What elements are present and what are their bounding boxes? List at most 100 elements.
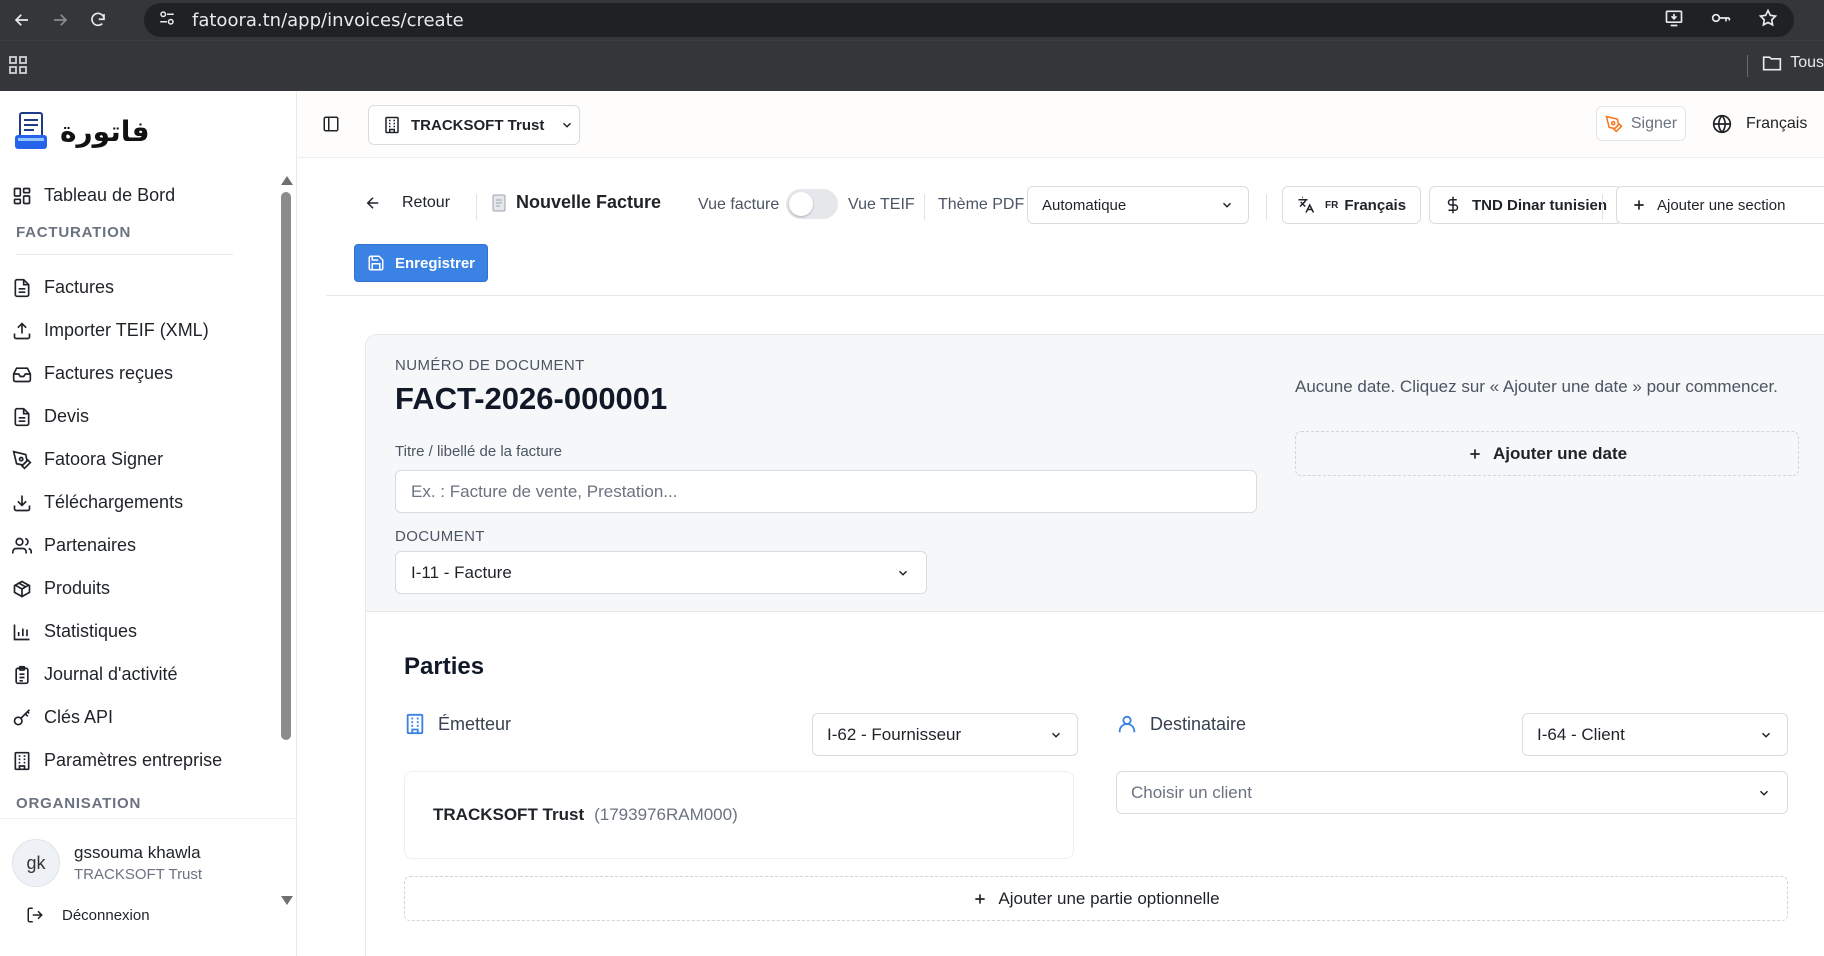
building-icon — [406, 713, 424, 735]
back-label: Retour — [402, 194, 451, 211]
document-type-select[interactable]: I-11 - Facture — [395, 551, 927, 594]
url-text[interactable]: fatoora.tn/app/invoices/create — [192, 10, 464, 31]
bookmarks-bar: Tous — [0, 40, 1824, 91]
scroll-thumb[interactable] — [281, 192, 291, 740]
sidebar-item-cles-api[interactable]: Clés API — [0, 696, 277, 739]
sidebar-item-telechargements[interactable]: Téléchargements — [0, 481, 277, 524]
document-language-button[interactable]: FR Français — [1282, 186, 1422, 224]
toolbar-separator — [1266, 194, 1267, 220]
avatar[interactable]: gk — [12, 839, 60, 887]
password-key-icon[interactable] — [1710, 8, 1732, 33]
section-organisation: ORGANISATION — [16, 795, 142, 812]
user-org: TRACKSOFT Trust — [74, 866, 203, 883]
sidebar-item-label: Clés API — [44, 707, 114, 727]
sidebar-item-statistiques[interactable]: Statistiques — [0, 610, 277, 653]
chart-icon — [13, 624, 30, 640]
client-select[interactable]: Choisir un client — [1116, 771, 1788, 814]
invoice-card: NUMÉRO DE DOCUMENT FACT-2026-000001 Titr… — [365, 334, 1824, 956]
pdf-theme-select[interactable]: Automatique — [1027, 186, 1249, 224]
sidebar-item-label: Produits — [44, 578, 111, 598]
lang-label: Français — [1344, 196, 1407, 214]
all-bookmarks-folder[interactable]: Tous — [1762, 54, 1824, 72]
view-toggle[interactable] — [786, 189, 838, 219]
browser-toolbar: fatoora.tn/app/invoices/create — [0, 0, 1824, 40]
toolbar-separator — [1602, 194, 1603, 220]
add-optional-party-label: Ajouter une partie optionnelle — [998, 888, 1220, 908]
emitter-role-select[interactable]: I-62 - Fournisseur — [812, 713, 1078, 756]
address-bar[interactable]: fatoora.tn/app/invoices/create — [144, 3, 1794, 37]
add-section-label: Ajouter une section — [1657, 196, 1786, 214]
sidebar: فاتورة Tableau de Bord FACTURATION Factu… — [0, 91, 297, 956]
add-date-button[interactable]: Ajouter une date — [1295, 431, 1799, 476]
signer-label: Signer — [1630, 114, 1678, 132]
app-logo[interactable]: فاتورة — [12, 111, 150, 151]
add-section-button[interactable]: Ajouter une section — [1616, 186, 1824, 224]
sidebar-item-label: Partenaires — [44, 535, 137, 555]
document-type-value: I-11 - Facture — [411, 562, 512, 582]
inbox-icon — [12, 366, 32, 382]
sidebar-item-fatoora-signer[interactable]: Fatoora Signer — [0, 438, 277, 481]
sidebar-item-label: Factures reçues — [44, 363, 174, 383]
sidebar-item-produits[interactable]: Produits — [0, 567, 277, 610]
emitter-role-value: I-62 - Fournisseur — [827, 724, 962, 744]
reload-icon[interactable] — [82, 4, 114, 36]
sidebar-item-factures-recues[interactable]: Factures reçues — [0, 352, 277, 395]
site-settings-icon[interactable] — [158, 9, 180, 32]
parties-title: Parties — [404, 653, 485, 680]
signer-button[interactable]: Signer — [1596, 106, 1686, 141]
invoice-title-label: Titre / libellé de la facture — [395, 443, 563, 460]
chevron-down-icon — [1051, 732, 1061, 738]
sidebar-item-factures[interactable]: Factures — [0, 266, 277, 309]
document-header-section: NUMÉRO DE DOCUMENT FACT-2026-000001 Titr… — [366, 335, 1824, 612]
sidebar-item-dashboard[interactable]: Tableau de Bord — [0, 174, 277, 217]
recipient-label: Destinataire — [1150, 713, 1247, 734]
sidebar-item-label: Tableau de Bord — [44, 185, 176, 205]
company-selector[interactable]: TRACKSOFT Trust — [368, 105, 580, 145]
forward-arrow-icon[interactable] — [44, 4, 76, 36]
toggle-sidebar-icon[interactable] — [322, 115, 340, 133]
user-name: gssouma khawla — [74, 843, 201, 862]
file-icon — [14, 278, 30, 297]
building-icon — [385, 116, 399, 134]
company-name: TRACKSOFT Trust — [411, 116, 545, 134]
sidebar-item-parametres[interactable]: Paramètres entreprise — [0, 739, 277, 782]
arrow-left-icon — [366, 197, 379, 209]
sidebar-item-import-teif[interactable]: Importer TEIF (XML) — [0, 309, 277, 352]
install-app-icon[interactable] — [1664, 8, 1684, 33]
language-selector[interactable]: Français — [1712, 106, 1807, 141]
toolbar-separator — [476, 194, 477, 220]
pdf-theme-value: Automatique — [1042, 196, 1127, 214]
invoice-logo-icon — [15, 112, 47, 149]
clipboard-icon — [15, 665, 29, 684]
currency-button[interactable]: TND Dinar tunisien — [1429, 186, 1623, 224]
sidebar-item-journal[interactable]: Journal d'activité — [0, 653, 277, 696]
toggle-knob — [789, 192, 813, 216]
apps-grid-icon[interactable] — [8, 55, 28, 75]
client-placeholder: Choisir un client — [1131, 782, 1252, 802]
recipient-role-select[interactable]: I-64 - Client — [1522, 713, 1788, 756]
logout-button[interactable]: Déconnexion — [26, 906, 150, 924]
bookmark-star-icon[interactable] — [1758, 8, 1778, 33]
sidebar-scrollbar[interactable] — [279, 174, 293, 907]
save-button[interactable]: Enregistrer — [354, 244, 488, 282]
sidebar-item-label: Téléchargements — [44, 492, 184, 512]
document-number: FACT-2026-000001 — [395, 381, 668, 416]
add-optional-party-button[interactable]: Ajouter une partie optionnelle — [404, 876, 1788, 921]
invoice-title-input[interactable]: Ex. : Facture de vente, Prestation... — [395, 470, 1257, 513]
currency-label: TND Dinar tunisien — [1472, 196, 1608, 214]
back-button[interactable]: Retour — [364, 194, 450, 212]
back-arrow-icon[interactable] — [6, 4, 38, 36]
file-icon — [14, 407, 30, 426]
recipient-header: Destinataire — [1116, 713, 1246, 735]
sidebar-item-label: Journal d'activité — [44, 664, 178, 684]
sidebar-item-devis[interactable]: Devis — [0, 395, 277, 438]
page-title-text: Nouvelle Facture — [516, 192, 662, 212]
sidebar-item-label: Paramètres entreprise — [44, 750, 223, 770]
scroll-up-arrow-icon[interactable] — [281, 176, 293, 185]
sidebar-item-partenaires[interactable]: Partenaires — [0, 524, 277, 567]
emitter-tax-id: (1793976RAM000) — [594, 805, 738, 824]
no-date-message: Aucune date. Cliquez sur « Ajouter une d… — [1295, 377, 1778, 396]
document-number-label: NUMÉRO DE DOCUMENT — [395, 357, 585, 374]
plus-icon — [975, 893, 986, 904]
user-profile: gk gssouma khawla TRACKSOFT Trust Déconn… — [0, 818, 297, 956]
